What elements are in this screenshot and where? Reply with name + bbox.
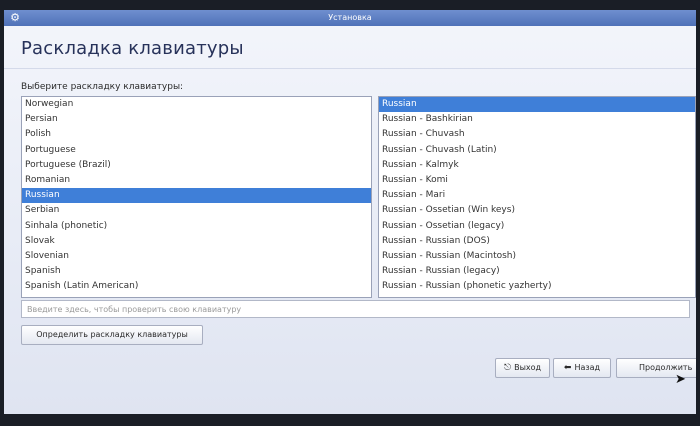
layout-list-item[interactable]: Slovenian [22,249,371,264]
layout-list-item[interactable]: Romanian [22,173,371,188]
variant-list-item[interactable]: Russian - Ossetian (legacy) [379,219,695,234]
divider [4,68,696,69]
variant-list-item[interactable]: Russian - Komi [379,173,695,188]
variant-list-item[interactable]: Russian - Russian (Macintosh) [379,249,695,264]
layout-list-item[interactable]: Norwegian [22,97,371,112]
installer-icon: ⚙ [10,11,20,24]
layout-list[interactable]: Norwegian Persian Polish Portuguese Portugue… [21,96,372,298]
variant-list-item[interactable]: Russian - Chuvash [379,127,695,142]
page-title: Раскладка клавиатуры [21,38,244,59]
variant-list-item[interactable]: Russian - Kalmyk [379,158,695,173]
variant-list-item[interactable]: Russian - Chuvash (Latin) [379,143,695,158]
layout-list-item[interactable]: Sinhala (phonetic) [22,219,371,234]
detect-layout-button[interactable]: Определить раскладку клавиатуры [21,325,203,345]
layout-prompt-label: Выберите раскладку клавиатуры: [21,82,184,92]
layout-list-item[interactable]: Spanish (Latin American) [22,279,371,294]
variant-list[interactable]: Russian Russian - Bashkirian Russian - Chu… [378,96,696,298]
layout-list-item[interactable]: Persian [22,112,371,127]
layout-list-item[interactable]: Serbian [22,203,371,218]
window-titlebar: ⚙ Установка [4,10,696,26]
layout-list-item[interactable]: Russian [22,188,371,204]
variant-list-item[interactable]: Russian - Mari [379,188,695,203]
variant-list-item[interactable]: Russian - Russian (phonetic yazherty) [379,279,695,294]
installer-window: ⚙ Установка Раскладка клавиатуры Выберит… [4,10,696,414]
layout-list-item[interactable]: Portuguese (Brazil) [22,158,371,173]
layout-list-item[interactable]: Portuguese [22,143,371,158]
variant-list-item[interactable]: Russian - Russian (DOS) [379,234,695,249]
back-button-label: Назад [574,363,601,372]
variant-list-item[interactable]: Russian [379,97,695,113]
layout-list-item[interactable]: Slovak [22,234,371,249]
variant-list-item[interactable]: Russian - Russian (legacy) [379,264,695,279]
exit-button-label: Выход [514,363,542,372]
exit-icon: ⎋ [503,363,512,373]
left-arrow-icon: ⬅ [563,363,572,373]
layout-list-item[interactable]: Polish [22,127,371,142]
mouse-pointer-icon: ➤ [675,372,686,387]
window-title: Установка [328,13,372,22]
continue-button-label: Продолжить [639,363,693,372]
keyboard-test-input[interactable] [21,300,690,318]
variant-list-item[interactable]: Russian - Bashkirian [379,112,695,127]
layout-list-item[interactable]: Spanish [22,264,371,279]
variant-list-item[interactable]: Russian - Ossetian (Win keys) [379,203,695,218]
exit-button[interactable]: ⎋ Выход [495,358,550,378]
back-button[interactable]: ⬅ Назад [553,358,611,378]
